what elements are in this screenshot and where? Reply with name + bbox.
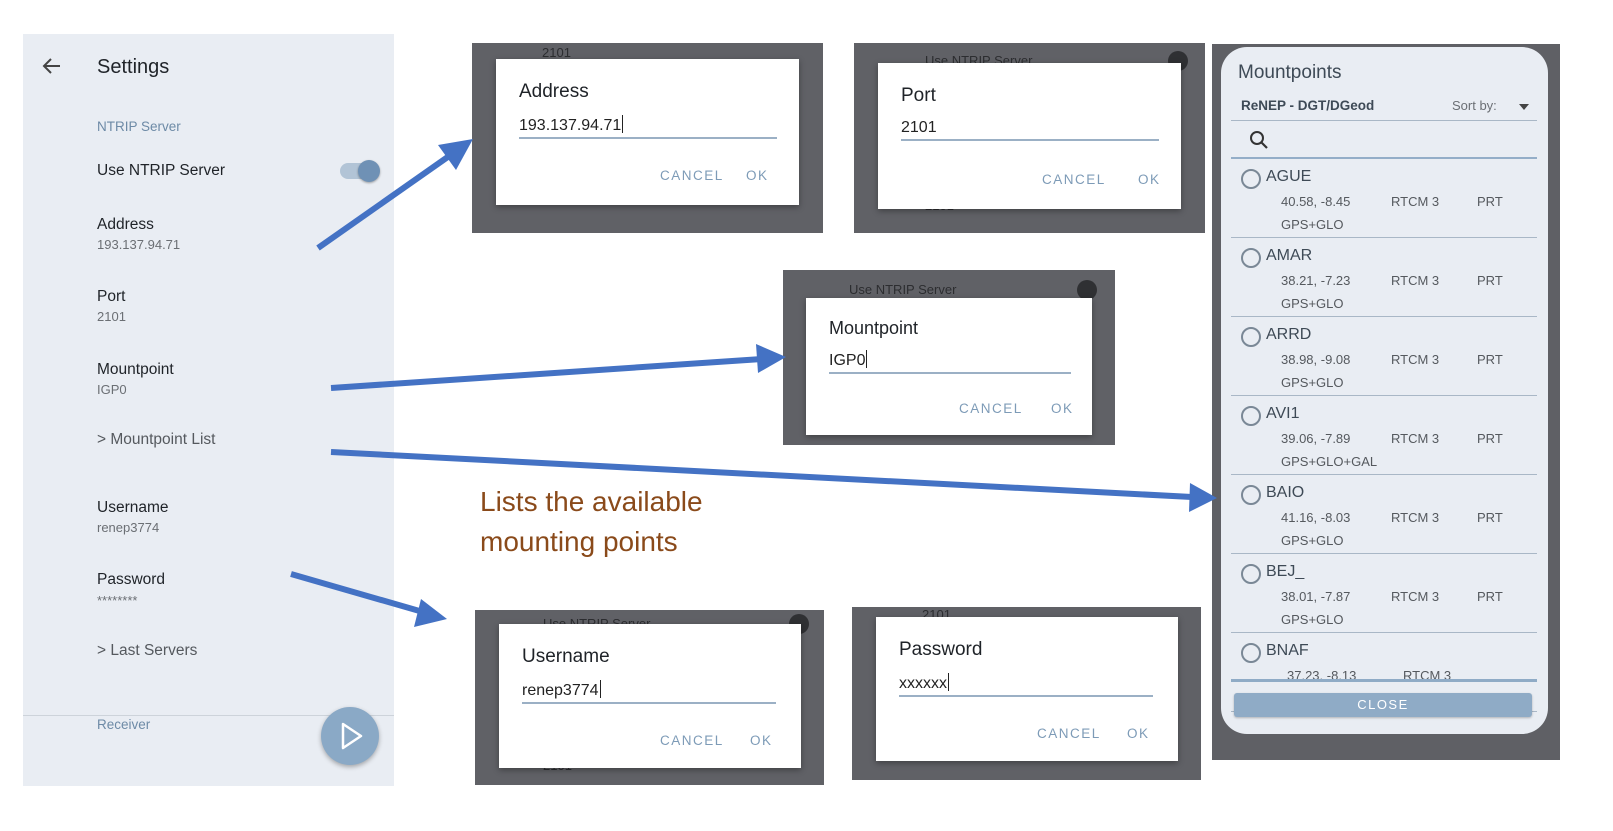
arrow-to-address-dialog <box>316 139 473 251</box>
arrow-to-username-dialog <box>290 571 447 627</box>
arrow-to-mountpoint-list <box>330 449 1217 512</box>
arrow-to-mountpoint-dialog <box>330 344 786 391</box>
annotation-arrows <box>290 139 1217 627</box>
